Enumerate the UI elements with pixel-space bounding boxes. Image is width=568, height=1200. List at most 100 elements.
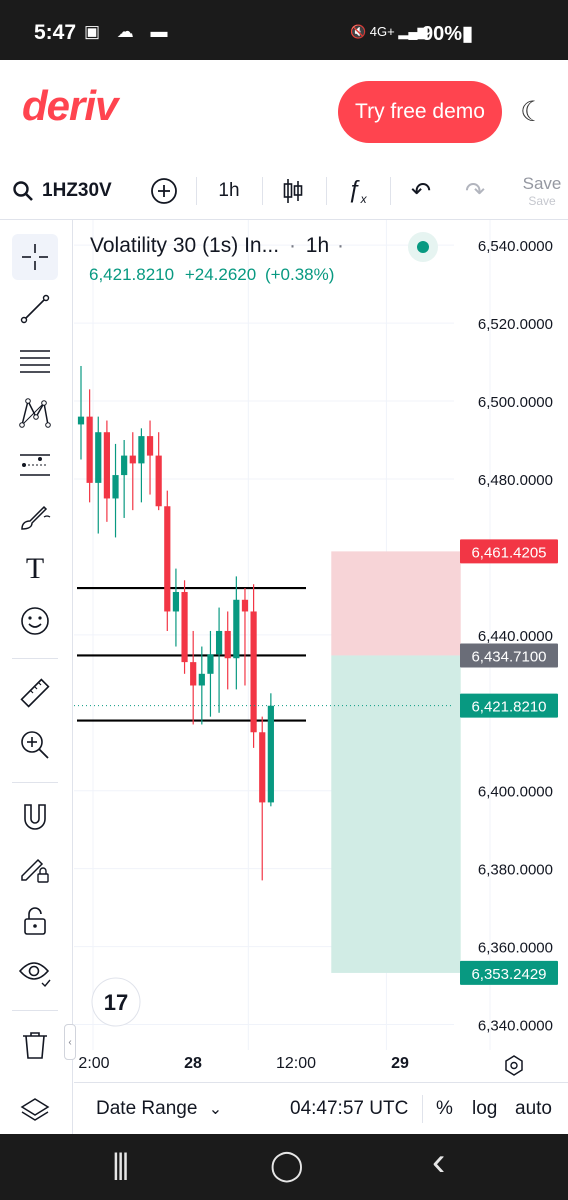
price-tick-label: 6,440.0000 (478, 628, 553, 645)
deriv-logo[interactable]: deriv (22, 82, 118, 130)
stop-loss-zone (331, 551, 461, 656)
signal-icons: 🔇 4G+ ▂▄▆ (350, 24, 428, 39)
try-free-demo-button[interactable]: Try free demo (338, 81, 502, 143)
candle-body (112, 475, 119, 499)
brush-tool[interactable] (12, 494, 58, 540)
time-tick-label: 28 (184, 1055, 202, 1072)
candle-body (181, 591, 188, 663)
candle-body (190, 662, 197, 686)
toolbar-divider (262, 177, 263, 205)
price-badge-label: 6,353.2429 (471, 966, 546, 983)
auto-scale-button[interactable]: auto (515, 1098, 552, 1120)
text-tool[interactable]: T (12, 546, 58, 592)
candle-body (164, 506, 171, 612)
candle-body (224, 630, 231, 659)
gann-fib-tool[interactable] (12, 338, 58, 384)
symbol-description: Volatility 30 (1s) In... (90, 234, 280, 257)
drawing-toolbar: T (0, 220, 73, 1134)
price-tick-label: 6,360.0000 (478, 940, 553, 957)
candles-icon (283, 179, 303, 203)
bottom-divider (422, 1095, 423, 1123)
time-axis[interactable]: 2:00 28 12:00 29 (78, 1055, 523, 1076)
home-button[interactable]: ◯ (270, 1148, 304, 1183)
notification-icons: ▣ ☁ ▬ (84, 22, 174, 41)
time-tick-label: 29 (391, 1055, 409, 1072)
symbol-label: 1HZ30V (42, 180, 112, 201)
save-label: Save (522, 174, 562, 193)
measure-tool[interactable] (12, 670, 58, 716)
undo-button[interactable]: ↶ (406, 163, 436, 219)
legend-dot: · (336, 234, 344, 257)
layers-icon (20, 1098, 50, 1121)
status-time: 5:47 (34, 21, 77, 44)
save-button[interactable]: Save Save (516, 163, 568, 219)
forecast-tool[interactable] (12, 442, 58, 488)
tools-divider (12, 782, 58, 783)
remove-drawings-tool[interactable] (12, 1022, 58, 1068)
legend-change-percent: (+0.38%) (264, 265, 335, 284)
pencil-lock-icon (21, 858, 49, 883)
candle-body (129, 455, 136, 464)
chart-toolbar: 1HZ30V 1h ƒx ↶ ↷ Save Save (0, 163, 568, 220)
redo-icon: ↷ (464, 177, 486, 205)
zoom-in-tool[interactable] (12, 722, 58, 768)
price-badge-label: 6,421.8210 (471, 699, 546, 716)
percent-scale-button[interactable]: % (436, 1098, 453, 1120)
hide-drawings-tool[interactable] (12, 950, 58, 996)
moon-icon[interactable]: ☾ (520, 95, 545, 128)
candle-body (138, 436, 145, 464)
candle-body (77, 416, 85, 425)
zoom-in-icon (21, 731, 49, 759)
log-scale-button[interactable]: log (472, 1098, 497, 1120)
price-badge-label: 6,434.7100 (471, 648, 546, 665)
utc-clock[interactable]: 04:47:57 UTC (290, 1098, 408, 1120)
tools-divider (12, 1010, 58, 1011)
axis-settings-icon (505, 1055, 523, 1076)
tradingview-logo[interactable]: 17 (91, 977, 141, 1027)
date-range-label: Date Range (96, 1098, 198, 1119)
candle-body (172, 591, 180, 612)
date-range-button[interactable]: Date Range ⌄ (96, 1098, 222, 1120)
legend-title-row[interactable]: Volatility 30 (1s) In... · 1h · (90, 234, 344, 258)
trash-icon (23, 1032, 47, 1059)
candle-body (215, 630, 223, 655)
indicators-button[interactable]: ƒx (342, 163, 372, 219)
candlestick-series (77, 365, 274, 881)
chart-type-button[interactable] (280, 163, 306, 219)
price-badge-label: 6,461.4205 (471, 544, 546, 561)
price-axis[interactable]: 6,540.0000 6,520.0000 6,500.0000 6,480.0000… (460, 238, 558, 1035)
legend-price: 6,421.8210 (89, 265, 175, 284)
legend-change: +24.2620 (184, 265, 257, 284)
price-tick-label: 6,380.0000 (478, 862, 553, 879)
horizontal-lines[interactable] (77, 586, 306, 722)
candle-body (103, 432, 110, 499)
object-tree-tool[interactable] (12, 1088, 58, 1134)
pattern-tool[interactable] (12, 390, 58, 436)
interval-button[interactable]: 1h (210, 163, 248, 219)
candle-body (198, 673, 205, 686)
battery-level: 90%▮ (422, 23, 474, 45)
forecast-icon (20, 454, 50, 476)
long-position-tool[interactable] (331, 551, 461, 973)
toolbar-divider (390, 177, 391, 205)
redo-button[interactable]: ↷ (460, 163, 490, 219)
trend-line-tool[interactable] (12, 286, 58, 332)
legend-dot: · (288, 234, 296, 257)
lock-all-tool[interactable] (12, 898, 58, 944)
legend-interval: 1h (305, 234, 330, 257)
candle-body (207, 654, 214, 674)
crosshair-tool[interactable] (12, 234, 58, 280)
magnet-tool[interactable] (12, 794, 58, 840)
recents-button[interactable]: ||| (112, 1148, 129, 1182)
emoji-tool[interactable] (12, 598, 58, 644)
save-sublabel: Save (528, 194, 556, 208)
symbol-search-button[interactable]: 1HZ30V (12, 163, 122, 219)
price-tick-label: 6,520.0000 (478, 316, 553, 333)
lock-drawings-tool[interactable] (12, 846, 58, 892)
market-status-indicator[interactable] (408, 232, 438, 262)
back-button[interactable]: ‹ (432, 1140, 445, 1185)
app-header: deriv Try free demo ☾ (0, 60, 568, 163)
ruler-icon (20, 678, 50, 708)
compare-add-button[interactable] (148, 163, 180, 219)
price-chart[interactable]: 6,540.0000 6,520.0000 6,500.0000 6,480.0000… (74, 220, 568, 1076)
